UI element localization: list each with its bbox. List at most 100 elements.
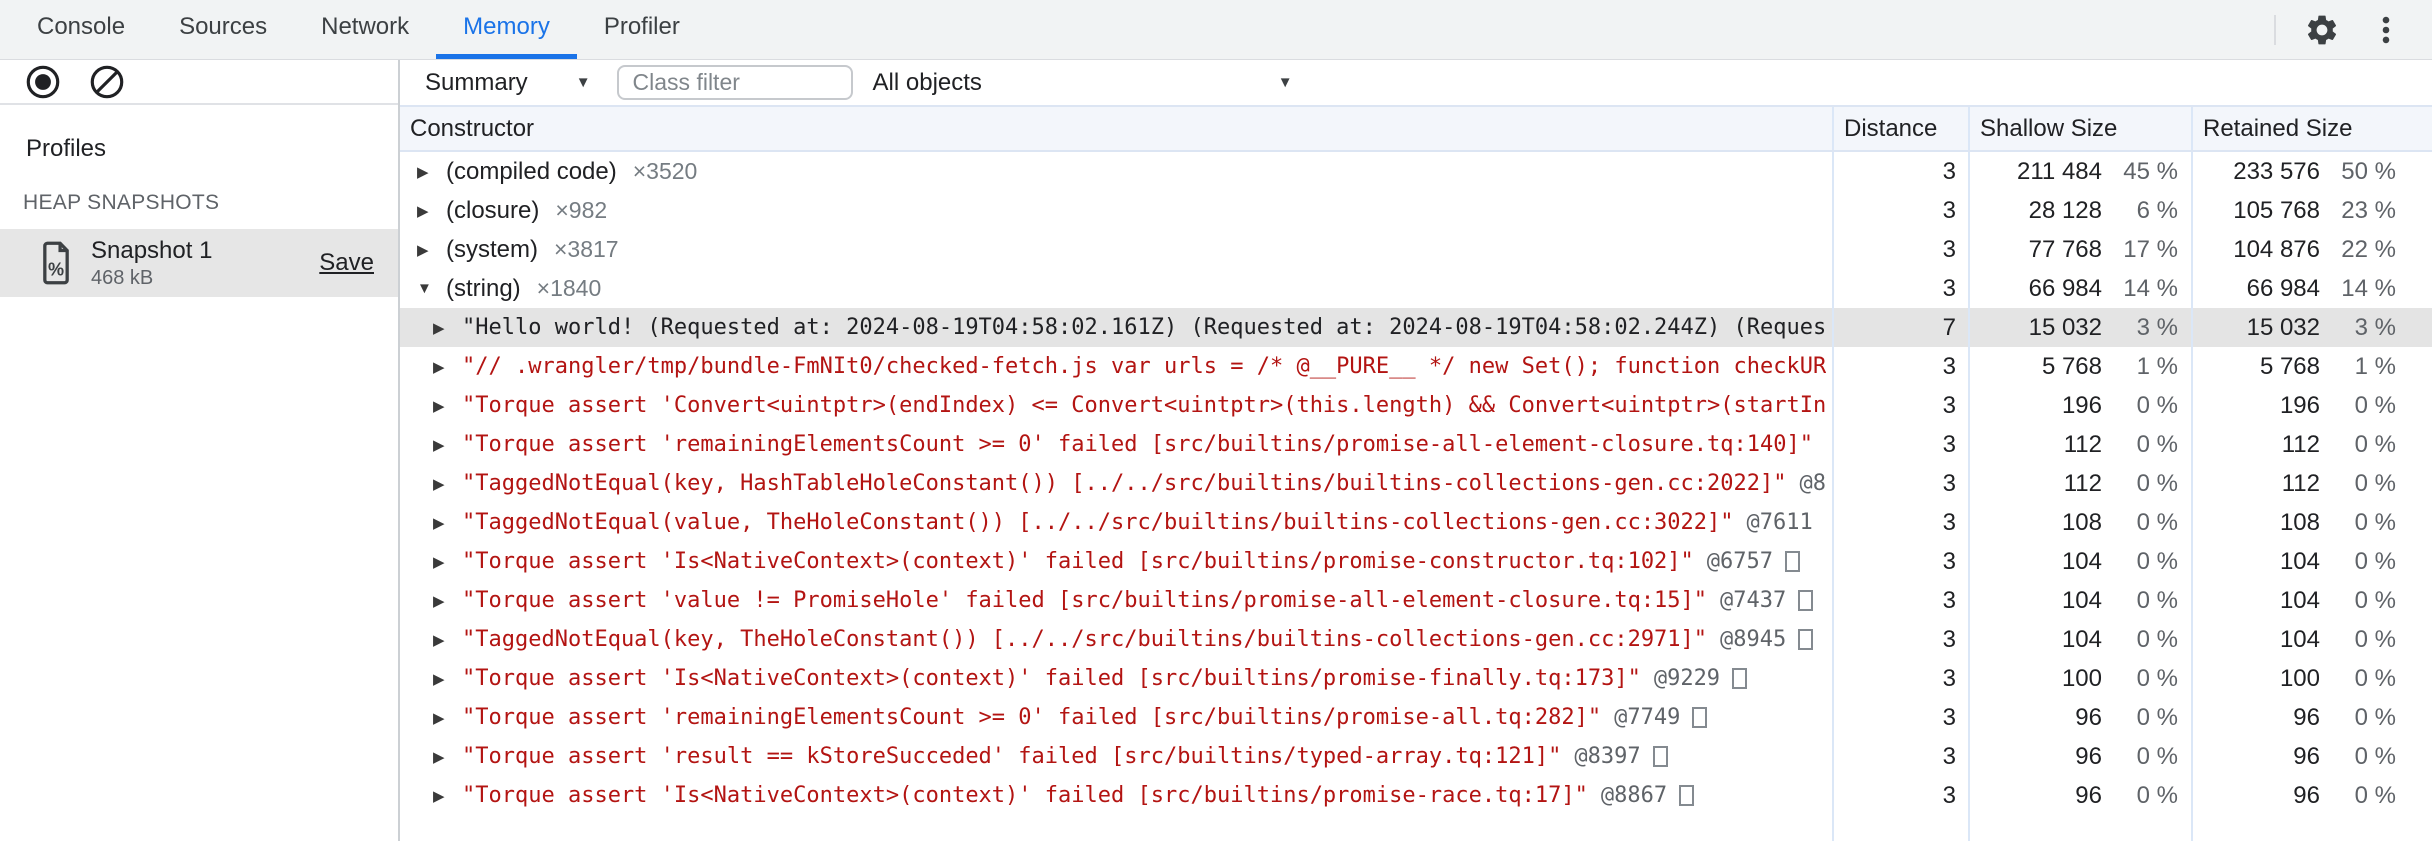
table-row[interactable]: ▶ "Hello world! (Requested at: 2024-08-19… [400, 308, 2432, 347]
constructor-cell: ▶ "Torque assert 'Is<NativeContext>(conte… [400, 659, 1832, 698]
objects-filter-value: All objects [872, 68, 982, 96]
shallow-size-cell: 112 0 % [1968, 464, 2191, 503]
retained-bytes: 5 768 [2259, 352, 2320, 380]
retained-percent: 3 % [2354, 313, 2396, 341]
expander-icon[interactable]: ▶ [433, 475, 462, 493]
snapshot-save-link[interactable]: Save [319, 249, 374, 277]
retained-size-cell: 112 0 % [2191, 425, 2432, 464]
table-row[interactable]: ▶ "// .wrangler/tmp/bundle-FmNIt0/checked… [400, 347, 2432, 386]
shallow-percent: 45 % [2123, 157, 2178, 185]
table-row[interactable]: ▶ "TaggedNotEqual(key, TheHoleConstant())… [400, 620, 2432, 659]
column-header-retained-size[interactable]: Retained Size [2191, 107, 2432, 150]
shallow-bytes: 112 [2063, 469, 2102, 497]
table-row[interactable]: ▶ "Torque assert 'Is<NativeContext>(conte… [400, 776, 2432, 815]
expander-icon[interactable]: ▶ [433, 709, 462, 727]
distance-cell: 3 [1832, 581, 1968, 620]
tab-console[interactable]: Console [10, 0, 152, 59]
table-row[interactable]: ▶ "Torque assert 'Convert<uintptr>(endInd… [400, 386, 2432, 425]
retained-size-cell: 96 0 % [2191, 776, 2432, 815]
expander-icon[interactable]: ▶ [433, 397, 462, 415]
shallow-bytes: 66 984 [2028, 274, 2102, 302]
column-header-distance[interactable]: Distance [1832, 107, 1968, 150]
tab-profiler[interactable]: Profiler [577, 0, 707, 59]
shallow-size-cell: 104 0 % [1968, 581, 2191, 620]
tab-memory[interactable]: Memory [436, 0, 577, 59]
expander-icon[interactable]: ▶ [433, 319, 462, 337]
profiles-toolbar [0, 60, 398, 105]
more-options-icon[interactable] [2368, 12, 2404, 48]
tab-sources[interactable]: Sources [152, 0, 294, 59]
table-row[interactable]: ▶ "TaggedNotEqual(value, TheHoleConstant(… [400, 503, 2432, 542]
expander-icon[interactable]: ▶ [417, 202, 446, 220]
objects-filter-select[interactable]: All objects ▼ [873, 69, 1293, 97]
distance-cell: 3 [1832, 152, 1968, 191]
constructor-name: (system) [446, 235, 538, 263]
table-row[interactable]: ▶ "TaggedNotEqual(key, HashTableHoleConst… [400, 464, 2432, 503]
shallow-percent: 0 % [2136, 781, 2178, 809]
retained-size-cell: 5 768 1 % [2191, 347, 2432, 386]
column-header-shallow-size[interactable]: Shallow Size [1968, 107, 2191, 150]
table-row[interactable]: ▶ (compiled code) ×3520 3 211 484 45 % 233 576… [400, 152, 2432, 191]
perspective-select[interactable]: Summary ▼ [425, 69, 591, 97]
expander-icon[interactable]: ▶ [433, 358, 462, 376]
string-value: "Torque assert 'Is<NativeContext>(contex… [462, 549, 1694, 574]
expander-icon[interactable]: ▶ [433, 553, 462, 571]
detached-box-icon [1798, 590, 1814, 611]
table-row[interactable]: ▶ "Torque assert 'Is<NativeContext>(conte… [400, 542, 2432, 581]
expander-icon[interactable]: ▶ [433, 748, 462, 766]
expander-icon[interactable]: ▼ [417, 280, 446, 297]
constructor-content: ▶ "Torque assert 'result == kStoreSuccede… [400, 744, 1668, 769]
retained-percent: 0 % [2354, 508, 2396, 536]
tab-network[interactable]: Network [294, 0, 436, 59]
table-row[interactable]: ▶ "Torque assert 'result == kStoreSuccede… [400, 737, 2432, 776]
distance-cell: 3 [1832, 386, 1968, 425]
expander-icon[interactable]: ▶ [433, 592, 462, 610]
expander-icon[interactable]: ▶ [433, 787, 462, 805]
retained-percent: 0 % [2354, 430, 2396, 458]
retained-bytes: 108 [2279, 508, 2320, 536]
object-id: @7437 [1720, 588, 1787, 613]
shallow-percent: 0 % [2136, 391, 2178, 419]
table-row[interactable]: ▶ "Torque assert 'remainingElementsCount … [400, 698, 2432, 737]
expander-icon[interactable]: ▶ [433, 670, 462, 688]
class-filter-input[interactable] [616, 65, 853, 100]
snapshot-list-item[interactable]: % Snapshot 1 468 kB Save [0, 229, 398, 297]
distance-cell: 3 [1832, 737, 1968, 776]
chevron-down-icon: ▼ [1277, 74, 1293, 91]
filler-cell [2191, 815, 2432, 841]
table-row[interactable]: ▶ "Torque assert 'remainingElementsCount … [400, 425, 2432, 464]
retained-size-cell: 196 0 % [2191, 386, 2432, 425]
shallow-bytes: 28 128 [2028, 196, 2102, 224]
heap-snapshot-file-icon: % [36, 240, 76, 286]
constructor-content: ▶ "// .wrangler/tmp/bundle-FmNIt0/checked… [400, 354, 1826, 379]
distance-cell: 3 [1832, 230, 1968, 269]
retained-percent: 0 % [2354, 547, 2396, 575]
expander-icon[interactable]: ▶ [433, 631, 462, 649]
table-row[interactable]: ▶ "Torque assert 'Is<NativeContext>(conte… [400, 659, 2432, 698]
retained-bytes: 104 [2279, 586, 2320, 614]
table-row[interactable]: ▼ (string) ×1840 3 66 984 14 % 66 984 14 % [400, 269, 2432, 308]
constructor-cell: ▶ "TaggedNotEqual(key, TheHoleConstant())… [400, 620, 1832, 659]
column-header-constructor[interactable]: Constructor [400, 107, 1832, 150]
retained-percent: 0 % [2354, 586, 2396, 614]
expander-icon[interactable]: ▶ [433, 436, 462, 454]
string-value: "TaggedNotEqual(key, HashTableHoleConsta… [462, 471, 1787, 496]
object-id: @9229 [1653, 666, 1721, 691]
take-snapshot-record-icon[interactable] [24, 63, 62, 101]
detached-box-icon [1692, 707, 1708, 728]
constructor-cell: ▶ (system) ×3817 [400, 230, 1832, 269]
snapshot-name: Snapshot 1 [91, 236, 213, 264]
expander-icon[interactable]: ▶ [433, 514, 462, 532]
shallow-bytes: 104 [2061, 625, 2102, 653]
heap-data-grid: Constructor Distance Shallow Size Retained … [400, 105, 2432, 841]
expander-icon[interactable]: ▶ [417, 241, 446, 259]
clear-profiles-icon[interactable] [88, 63, 126, 101]
settings-gear-icon[interactable] [2304, 12, 2340, 48]
retained-bytes: 96 [2293, 742, 2320, 770]
constructor-cell: ▶ "Torque assert 'remainingElementsCount … [400, 698, 1832, 737]
retained-size-cell: 112 0 % [2191, 464, 2432, 503]
table-row[interactable]: ▶ "Torque assert 'value != PromiseHole' f… [400, 581, 2432, 620]
expander-icon[interactable]: ▶ [417, 163, 446, 181]
table-row[interactable]: ▶ (system) ×3817 3 77 768 17 % 104 876 22 % [400, 230, 2432, 269]
table-row[interactable]: ▶ (closure) ×982 3 28 128 6 % 105 768 23 % [400, 191, 2432, 230]
